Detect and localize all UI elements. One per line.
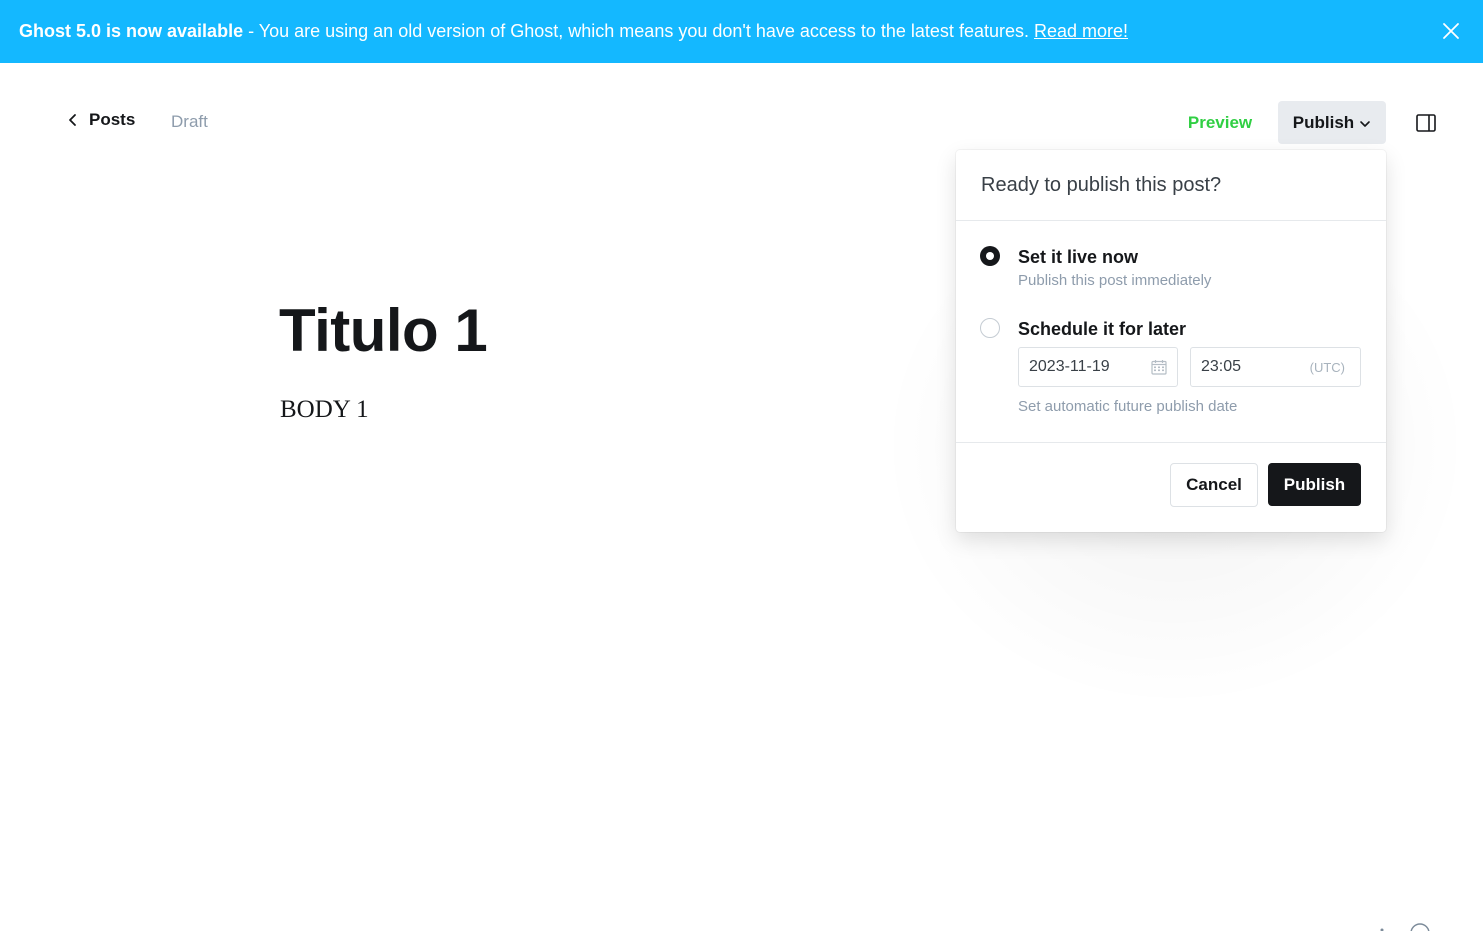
schedule-date-input[interactable]: 2023-11-19: [1018, 347, 1178, 387]
chevron-down-icon: [1360, 120, 1371, 127]
preview-button[interactable]: Preview: [1180, 101, 1260, 144]
schedule-time-input[interactable]: 23:05 (UTC): [1190, 347, 1361, 387]
post-body[interactable]: BODY 1: [280, 396, 369, 424]
back-to-posts-link[interactable]: Posts: [67, 110, 135, 130]
radio-schedule[interactable]: [980, 318, 1000, 338]
back-label: Posts: [89, 110, 136, 129]
schedule-help-text: Set automatic future publish date: [1018, 398, 1238, 415]
post-status: Draft: [171, 112, 208, 131]
banner-headline: Ghost 5.0 is now available: [19, 21, 244, 41]
option-publish-now[interactable]: Set it live now Publish this post immedi…: [980, 246, 1211, 289]
sidebar-toggle-icon[interactable]: [1415, 112, 1437, 134]
timezone-label: (UTC): [1309, 360, 1345, 375]
option-title: Schedule it for later: [1018, 319, 1187, 339]
update-banner: Ghost 5.0 is now available - You are usi…: [0, 0, 1483, 63]
option-schedule[interactable]: Schedule it for later: [980, 318, 1186, 340]
chevron-left-icon: [69, 114, 76, 126]
radio-publish-now[interactable]: [980, 246, 1000, 266]
publish-popover: Ready to publish this post? Set it live …: [956, 150, 1386, 532]
date-value: 2023-11-19: [1029, 358, 1110, 375]
publish-menu-trigger[interactable]: Publish: [1278, 101, 1386, 144]
option-subtitle: Publish this post immediately: [1018, 272, 1212, 289]
close-icon[interactable]: [1441, 21, 1461, 41]
option-title: Set it live now: [1018, 247, 1139, 267]
banner-message: - You are using an old version of Ghost,…: [248, 21, 1029, 41]
publish-button[interactable]: Publish: [1268, 463, 1361, 506]
banner-read-more-link[interactable]: Read more!: [1034, 21, 1128, 42]
post-title[interactable]: Titulo 1: [279, 296, 488, 365]
publish-menu-label: Publish: [1292, 112, 1355, 132]
calendar-icon[interactable]: [1151, 359, 1167, 375]
time-value: 23:05: [1201, 358, 1242, 375]
cancel-button[interactable]: Cancel: [1170, 463, 1258, 507]
help-icon[interactable]: [1370, 921, 1440, 931]
popover-divider: [956, 442, 1386, 443]
popover-header: Ready to publish this post?: [956, 150, 1386, 221]
